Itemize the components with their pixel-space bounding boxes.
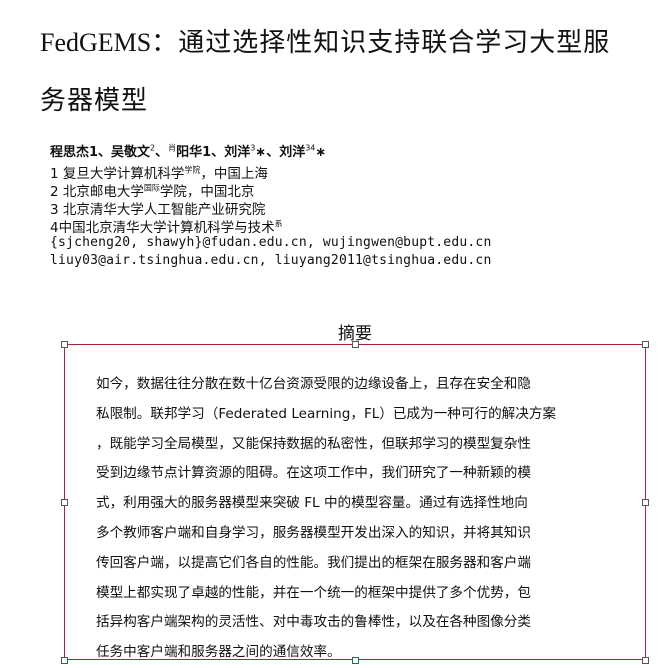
author-sep: 、 — [155, 145, 169, 160]
abstract-line: 多个教师客户端和自身学习，服务器模型开发出深入的知识，并将其知识 — [96, 524, 531, 541]
resize-handle-top-left[interactable] — [61, 341, 68, 348]
title-system-name: FedGEMS — [40, 28, 152, 57]
author-text-2: 阳华1、刘洋 — [176, 145, 251, 160]
abstract-body: 如今，数据往往分散在数十亿台资源受限的边缘设备上，且存在安全和隐 私限制。联邦学… — [96, 370, 608, 668]
resize-handle-bottom-left[interactable] — [61, 657, 68, 664]
abstract-line: 私限制。联邦学习（Federated Learning，FL）已成为一种可行的解… — [96, 405, 557, 422]
affiliation-4-text: 4中国北京清华大学计算机科学与技术 — [50, 220, 275, 236]
paper-title: FedGEMS：通过选择性知识支持联合学习大型服 务器模型 — [40, 14, 660, 130]
title-line-1: FedGEMS：通过选择性知识支持联合学习大型服 — [40, 14, 660, 72]
resize-handle-top-right[interactable] — [642, 341, 649, 348]
abstract-heading: 摘要 — [338, 324, 372, 344]
resize-handle-bottom-right[interactable] — [642, 657, 649, 664]
email-line-2: liuy03@air.tsinghua.edu.cn, liuyang2011@… — [50, 253, 492, 268]
affiliation-4-sup: 系 — [274, 219, 283, 229]
author-text-3: ∗、刘洋 — [255, 145, 306, 160]
affiliation-1: 1 复旦大学计算机科学学院，中国上海 — [50, 162, 268, 183]
email-line-1: {sjcheng20, shawyh}@fudan.edu.cn, wujing… — [50, 235, 492, 250]
affiliation-1-sup: 学院 — [184, 165, 201, 175]
affiliation-2-sup: 国际 — [143, 183, 160, 193]
abstract-line: 受到边缘节点计算资源的阻碍。在这项工作中，我们研究了一种新颖的模 — [96, 465, 531, 482]
resize-handle-middle-left[interactable] — [61, 499, 68, 506]
abstract-line: 模型上都实现了卓越的性能，并在一个统一的框架中提供了多个优势，包 — [96, 584, 531, 601]
title-line-2: 务器模型 — [40, 86, 149, 116]
author-small-char: 肖 — [168, 143, 177, 153]
author-sup-3: 34 — [305, 143, 316, 153]
author-text-1: 程思杰1、吴敬文 — [50, 145, 151, 160]
abstract-line: 如今，数据往往分散在数十亿台资源受限的边缘设备上，且存在安全和隐 — [96, 376, 531, 392]
author-list: 程思杰1、吴敬文2、肖阳华1、刘洋3∗、刘洋34∗ — [50, 141, 326, 160]
abstract-line: 式，利用强大的服务器模型来突破 FL 中的模型容量。通过有选择性地向 — [96, 495, 528, 512]
resize-handle-middle-right[interactable] — [642, 499, 649, 506]
affiliation-4: 4中国北京清华大学计算机科学与技术系 — [50, 216, 283, 237]
title-line-1-text: ：通过选择性知识支持联合学习大型服 — [151, 28, 611, 58]
affiliation-2: 2 北京邮电大学国际学院，中国北京 — [50, 180, 254, 201]
abstract-line: 任务中客户端和服务器之间的通信效率。 — [96, 644, 341, 661]
resize-handle-top-center[interactable] — [352, 341, 359, 348]
abstract-line: ，既能学习全局模型，又能保持数据的私密性，但联邦学习的模型复杂性 — [96, 435, 531, 452]
abstract-line: 括异构客户端架构的灵活性、对中毒攻击的鲁棒性，以及在各种图像分类 — [96, 614, 531, 631]
author-text-end: ∗ — [315, 145, 327, 160]
affiliation-3: 3 北京清华大学人工智能产业研究院 — [50, 202, 266, 218]
abstract-line: 传回客户端，以提高它们各自的性能。我们提出的框架在服务器和客户端 — [96, 554, 531, 571]
